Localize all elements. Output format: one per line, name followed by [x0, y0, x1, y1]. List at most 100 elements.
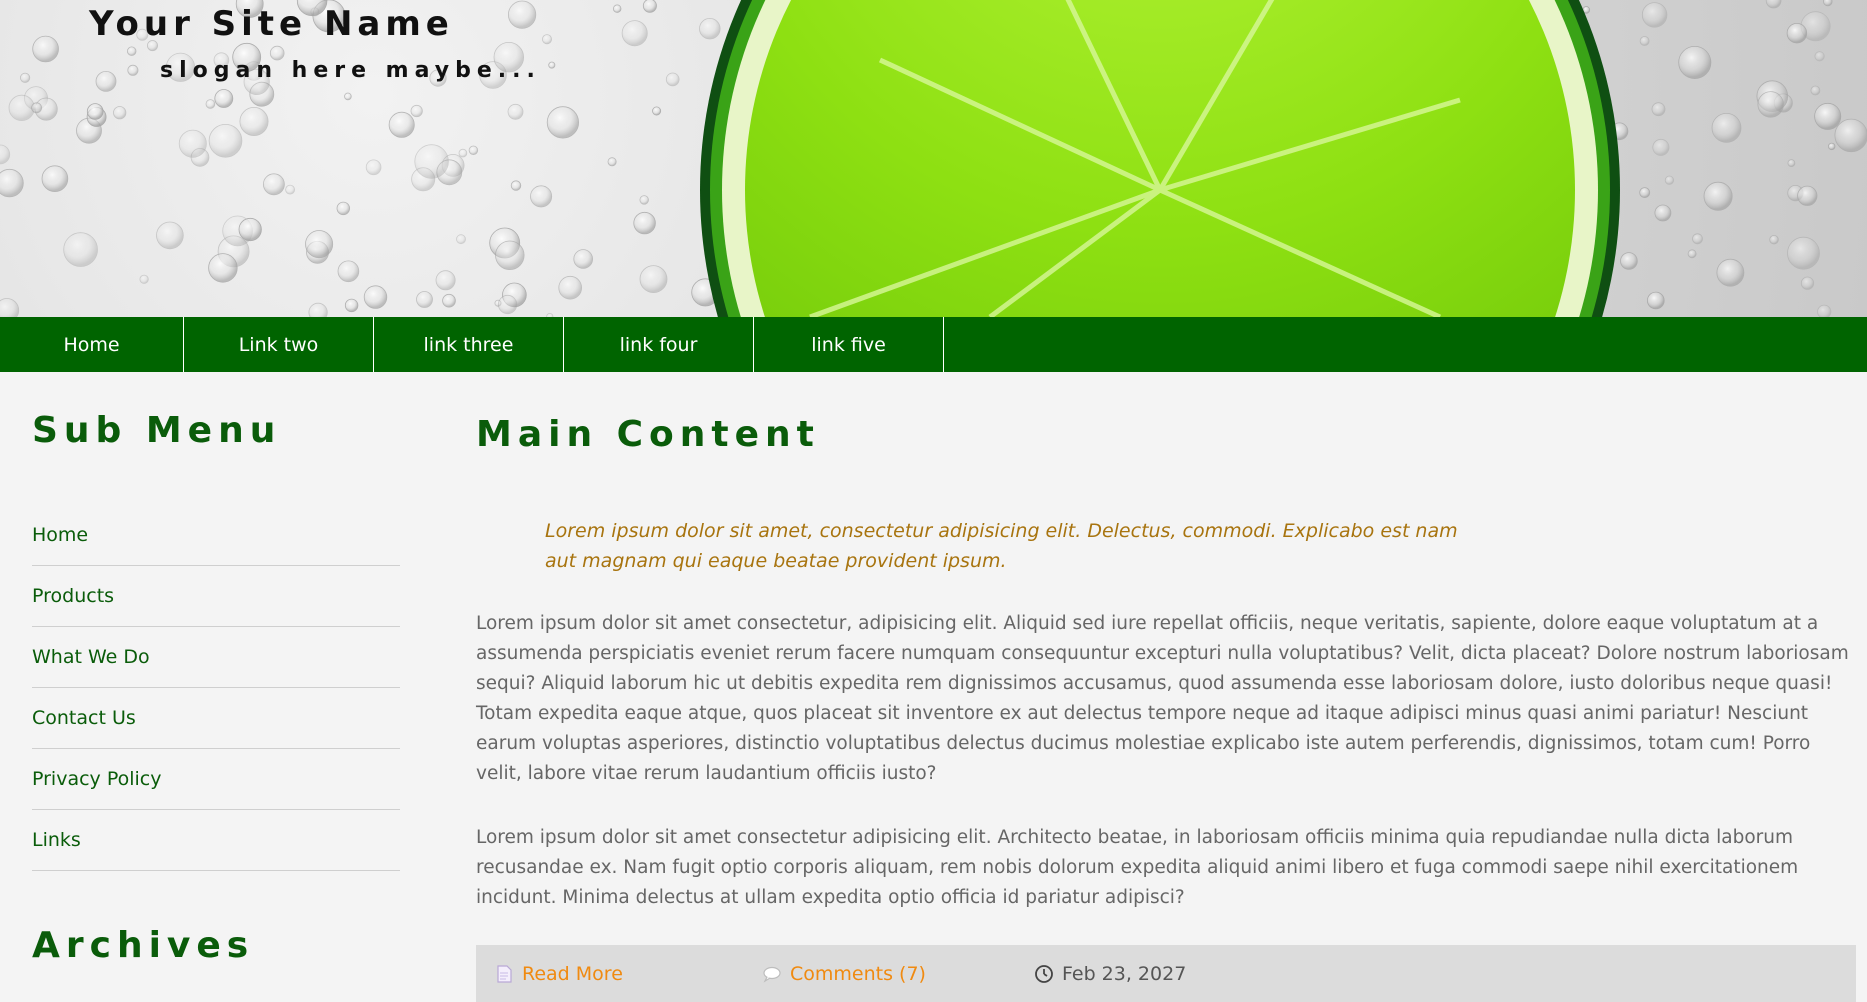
- page-title: Main Content: [476, 414, 820, 455]
- submenu-item-links[interactable]: Links: [32, 810, 400, 871]
- bubble: [1711, 113, 1742, 143]
- read-more-link[interactable]: Read More: [494, 963, 623, 985]
- body-paragraph: Lorem ipsum dolor sit amet consectetur, …: [476, 613, 1849, 784]
- bubble: [20, 72, 31, 83]
- site-slogan: slogan here maybe...: [160, 58, 541, 83]
- bubble: [31, 102, 42, 114]
- bubble: [95, 71, 117, 92]
- bubble: [365, 159, 382, 176]
- bubble: [1620, 252, 1638, 270]
- submenu-item-contact-us[interactable]: Contact Us: [32, 688, 400, 749]
- body-paragraph: Lorem ipsum dolor sit amet consectetur a…: [476, 827, 1799, 908]
- post-meta-bar: Read More Comments (7) Feb 23, 2027: [476, 945, 1856, 1002]
- bubble: [442, 293, 456, 308]
- bubble: [1687, 249, 1697, 259]
- bubble: [1769, 234, 1779, 245]
- bubble: [239, 107, 269, 137]
- bubble: [507, 0, 537, 29]
- site-header: Your Site Name slogan here maybe...: [0, 0, 1867, 317]
- bubble: [0, 168, 24, 198]
- read-more-label[interactable]: Read More: [522, 963, 623, 985]
- bubble: [1639, 187, 1651, 199]
- bubble: [1797, 185, 1818, 206]
- bubble: [214, 89, 234, 108]
- bubble: [456, 234, 466, 245]
- bubble: [41, 165, 69, 193]
- bubble: [208, 253, 238, 283]
- bubble: [1765, 0, 1782, 9]
- bubble: [1716, 258, 1745, 287]
- nav-item-link-three[interactable]: link three: [374, 317, 564, 372]
- bubble: [208, 124, 243, 158]
- bubble: [1786, 23, 1808, 44]
- bubble: [507, 103, 524, 120]
- bubble: [1639, 36, 1650, 46]
- bubble: [414, 144, 449, 179]
- bubble: [285, 184, 296, 195]
- nav-item-link-four[interactable]: link four: [564, 317, 754, 372]
- bubble: [546, 106, 580, 139]
- bubble: [633, 211, 656, 235]
- submenu-item-products[interactable]: Products: [32, 566, 400, 627]
- bubble: [1641, 2, 1668, 28]
- document-icon: [494, 964, 514, 984]
- bubble: [652, 106, 662, 116]
- bubble: [113, 106, 127, 120]
- bubble: [337, 260, 360, 283]
- bubble: [126, 46, 137, 56]
- post-date: Feb 23, 2027: [1034, 963, 1186, 985]
- bubble: [1823, 0, 1833, 7]
- bubbles-background-image: [0, 0, 1867, 317]
- bubble: [639, 195, 649, 205]
- submenu-item-what-we-do[interactable]: What We Do: [32, 627, 400, 688]
- bubble: [435, 270, 456, 291]
- site-title[interactable]: Your Site Name: [89, 4, 454, 44]
- bubble: [530, 185, 553, 208]
- bubble: [86, 103, 104, 120]
- bubble: [613, 4, 622, 13]
- bubble: [468, 145, 479, 156]
- bubble: [495, 240, 525, 271]
- comments-label[interactable]: Comments (7): [790, 963, 926, 985]
- bubble: [178, 129, 207, 158]
- bubble: [139, 274, 149, 284]
- bubble: [0, 144, 11, 165]
- bubble: [205, 99, 216, 109]
- submenu-item-privacy-policy[interactable]: Privacy Policy: [32, 749, 400, 810]
- bubble: [1654, 204, 1672, 222]
- bubble: [388, 111, 415, 138]
- bubble: [32, 35, 59, 63]
- bubble: [238, 217, 262, 242]
- comments-link[interactable]: Comments (7): [762, 963, 926, 985]
- bubble: [410, 104, 423, 118]
- bubble: [542, 34, 553, 45]
- bubble: [1787, 236, 1820, 270]
- main-navigation: Home Link two link three link four link …: [0, 317, 1867, 372]
- bubble: [548, 61, 556, 69]
- bubble: [1810, 85, 1821, 96]
- clock-icon: [1034, 964, 1054, 984]
- bubble: [156, 221, 184, 250]
- bubble: [416, 291, 433, 308]
- bubble: [1814, 51, 1825, 62]
- bubble: [63, 232, 98, 267]
- bubble: [1834, 118, 1867, 153]
- bubble: [497, 294, 518, 315]
- bubble: [344, 298, 359, 313]
- blockquote: Lorem ipsum dolor sit amet, consectetur …: [545, 520, 1458, 572]
- date-label: Feb 23, 2027: [1062, 962, 1187, 985]
- nav-item-link-five[interactable]: link five: [754, 317, 944, 372]
- bubble: [621, 20, 648, 47]
- bubble: [1800, 276, 1815, 290]
- bubble: [363, 285, 388, 309]
- bubble: [573, 249, 593, 269]
- bubble: [1757, 91, 1784, 118]
- bubble: [1787, 159, 1796, 168]
- bubble: [1647, 291, 1665, 310]
- submenu-item-home[interactable]: Home: [32, 505, 400, 566]
- nav-item-link-two[interactable]: Link two: [184, 317, 374, 372]
- nav-item-home[interactable]: Home: [0, 317, 184, 372]
- bubble: [1678, 46, 1712, 80]
- bubble: [1652, 138, 1670, 156]
- submenu-heading: Sub Menu: [32, 410, 282, 451]
